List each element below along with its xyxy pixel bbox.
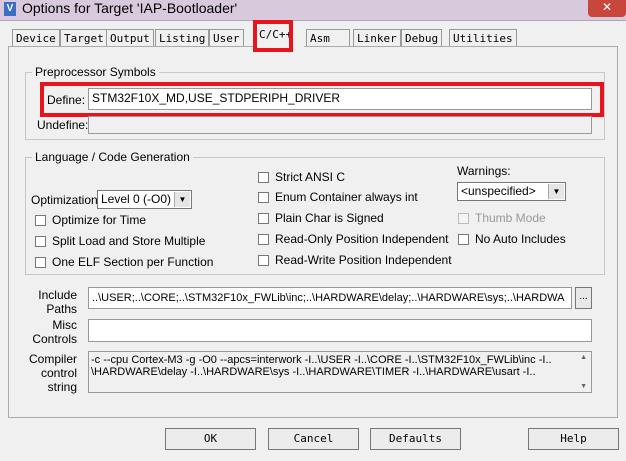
label-line: Misc [52, 318, 77, 332]
include-paths-browse-button[interactable]: ... [575, 287, 592, 309]
warnings-value: <unspecified> [461, 184, 536, 198]
checkbox-box[interactable] [258, 171, 269, 183]
help-button[interactable]: Help [528, 428, 619, 450]
tab-listing[interactable]: Listing [155, 29, 210, 46]
checkbox-label: Plain Char is Signed [275, 211, 384, 225]
tab-debug[interactable]: Debug [401, 29, 443, 46]
ok-button[interactable]: OK [165, 428, 256, 450]
checkbox-plain-char[interactable]: Plain Char is Signed [258, 211, 384, 225]
tab-linker[interactable]: Linker [353, 29, 401, 46]
compiler-control-string: -c --cpu Cortex-M3 -g -O0 --apcs=interwo… [88, 351, 592, 393]
checkbox-box[interactable] [258, 233, 269, 245]
checkbox-box[interactable] [258, 191, 269, 203]
checkbox-box[interactable] [458, 233, 469, 245]
chevron-down-icon: ▼ [174, 192, 190, 207]
misc-controls-label: Misc Controls [30, 318, 77, 346]
checkbox-label: One ELF Section per Function [52, 255, 214, 269]
checkbox-one-elf[interactable]: One ELF Section per Function [35, 255, 213, 269]
tab-utilities[interactable]: Utilities [449, 29, 517, 46]
warnings-label: Warnings: [457, 164, 511, 178]
tab-target[interactable]: Target [60, 29, 108, 46]
tab-user[interactable]: User [209, 29, 244, 46]
include-paths-label: Include Paths [30, 288, 77, 316]
language-group-label: Language / Code Generation [32, 150, 193, 164]
label-line: Paths [46, 302, 77, 316]
close-button[interactable]: ✕ [588, 0, 626, 17]
window-title: Options for Target 'IAP-Bootloader' [22, 0, 238, 16]
checkbox-strict-ansi[interactable]: Strict ANSI C [258, 170, 345, 184]
defaults-button[interactable]: Defaults [370, 428, 461, 450]
checkbox-label: Optimize for Time [52, 213, 147, 227]
scroll-down-icon[interactable]: ▼ [580, 383, 587, 390]
checkbox-ropi[interactable]: Read-Only Position Independent [258, 232, 448, 246]
checkbox-box[interactable] [258, 254, 269, 266]
checkbox-label: Split Load and Store Multiple [52, 234, 206, 248]
label-line: string [47, 380, 77, 394]
compiler-line: \HARDWARE\delay -I..\HARDWARE\sys -I..\H… [91, 366, 536, 378]
label-line: Controls [32, 332, 77, 346]
warnings-select[interactable]: <unspecified> ▼ [457, 182, 566, 201]
compiler-control-label: Compiler control string [25, 352, 77, 394]
label-line: control [40, 366, 77, 380]
checkbox-box[interactable] [35, 256, 46, 268]
tab-output[interactable]: Output [106, 29, 154, 46]
checkbox-label: Read-Write Position Independent [275, 253, 452, 267]
undefine-label: Undefine: [37, 118, 89, 132]
checkbox-box[interactable] [258, 212, 269, 224]
chevron-down-icon: ▼ [548, 184, 564, 199]
checkbox-label: No Auto Includes [475, 232, 566, 246]
optimization-label: Optimization: [31, 193, 102, 207]
checkbox-enum-container[interactable]: Enum Container always int [258, 190, 418, 204]
checkbox-no-auto-includes[interactable]: No Auto Includes [458, 232, 566, 246]
label-line: Include [38, 288, 77, 302]
include-paths-input[interactable]: ..\USER;..\CORE;..\STM32F10x_FWLib\inc;.… [88, 287, 572, 309]
misc-controls-input[interactable] [88, 319, 592, 342]
app-icon: V [4, 2, 16, 16]
checkbox-rwpi[interactable]: Read-Write Position Independent [258, 253, 452, 267]
scroll-up-icon[interactable]: ▲ [580, 354, 587, 361]
label-line: Compiler [28, 352, 77, 366]
checkbox-box[interactable] [35, 235, 46, 247]
checkbox-thumb-mode[interactable]: Thumb Mode [458, 211, 546, 225]
highlight-box-define [40, 82, 604, 117]
checkbox-label: Read-Only Position Independent [275, 232, 449, 246]
checkbox-label: Thumb Mode [475, 211, 546, 225]
highlight-box-tab [253, 20, 293, 52]
checkbox-box[interactable] [458, 212, 469, 224]
tab-asm[interactable]: Asm [306, 29, 350, 46]
cancel-button[interactable]: Cancel [268, 428, 359, 450]
checkbox-optimize-time[interactable]: Optimize for Time [35, 213, 146, 227]
checkbox-label: Enum Container always int [275, 190, 418, 204]
optimization-value: Level 0 (-O0) [101, 192, 172, 206]
compiler-line: -c --cpu Cortex-M3 -g -O0 --apcs=interwo… [91, 354, 552, 366]
preprocessor-group-label: Preprocessor Symbols [32, 65, 159, 79]
checkbox-box[interactable] [35, 214, 46, 226]
checkbox-label: Strict ANSI C [275, 170, 346, 184]
undefine-input[interactable] [88, 116, 592, 134]
optimization-select[interactable]: Level 0 (-O0) ▼ [97, 190, 192, 209]
tab-device[interactable]: Device [12, 29, 60, 46]
checkbox-split-load[interactable]: Split Load and Store Multiple [35, 234, 205, 248]
